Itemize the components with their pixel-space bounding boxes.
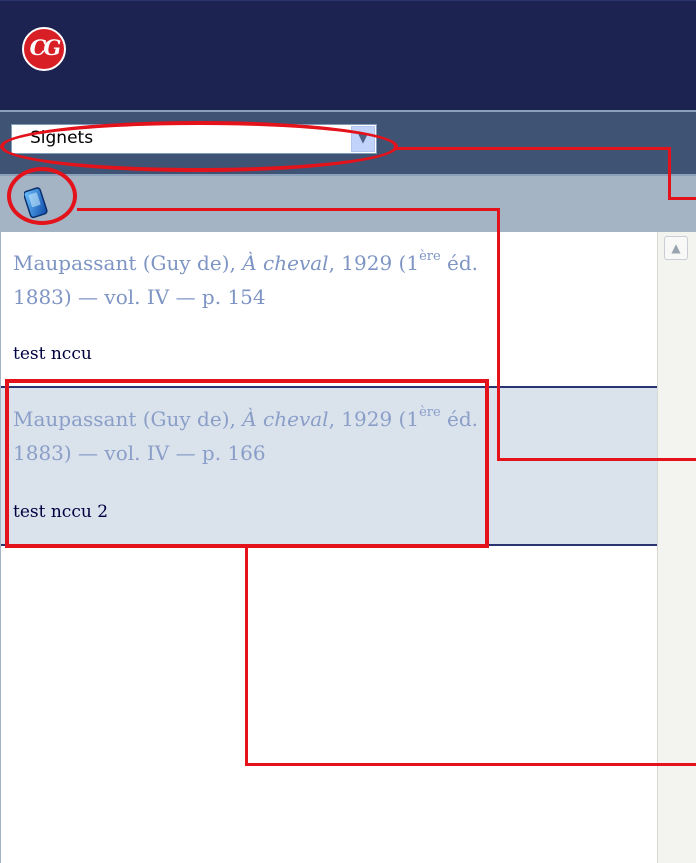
annotation-line (245, 763, 696, 766)
annotation-line (395, 147, 671, 150)
bookmark-author: Maupassant (Guy de), (13, 251, 243, 275)
logo[interactable]: CG (22, 27, 66, 71)
icon-bar (0, 174, 696, 232)
annotation-rectangle (5, 379, 489, 548)
bookmark-year: , 1929 (1 (328, 251, 420, 275)
annotation-line (77, 208, 500, 211)
scroll-up-arrow-icon[interactable]: ▲ (664, 236, 688, 260)
annotation-line (497, 208, 500, 461)
annotation-line (668, 147, 671, 200)
bookmark-edition: éd. (440, 251, 479, 275)
bookmark-item[interactable]: Maupassant (Guy de), À cheval, 1929 (1èr… (1, 232, 657, 388)
bookmark-reference[interactable]: Maupassant (Guy de), À cheval, 1929 (1èr… (13, 246, 613, 314)
annotation-line (668, 197, 696, 200)
vertical-scrollbar[interactable]: ▲ (657, 232, 696, 863)
bookmark-note: test nccu (13, 344, 92, 364)
app-header: CG (0, 0, 696, 111)
bookmark-sup: ère (419, 249, 441, 264)
bookmark-title: À cheval (242, 251, 329, 275)
annotation-circle (7, 167, 77, 225)
annotation-line (497, 458, 696, 461)
annotation-line (245, 546, 248, 766)
annotation-ellipse (0, 121, 398, 172)
bookmark-location: 1883) — vol. IV — p. 154 (13, 285, 266, 309)
